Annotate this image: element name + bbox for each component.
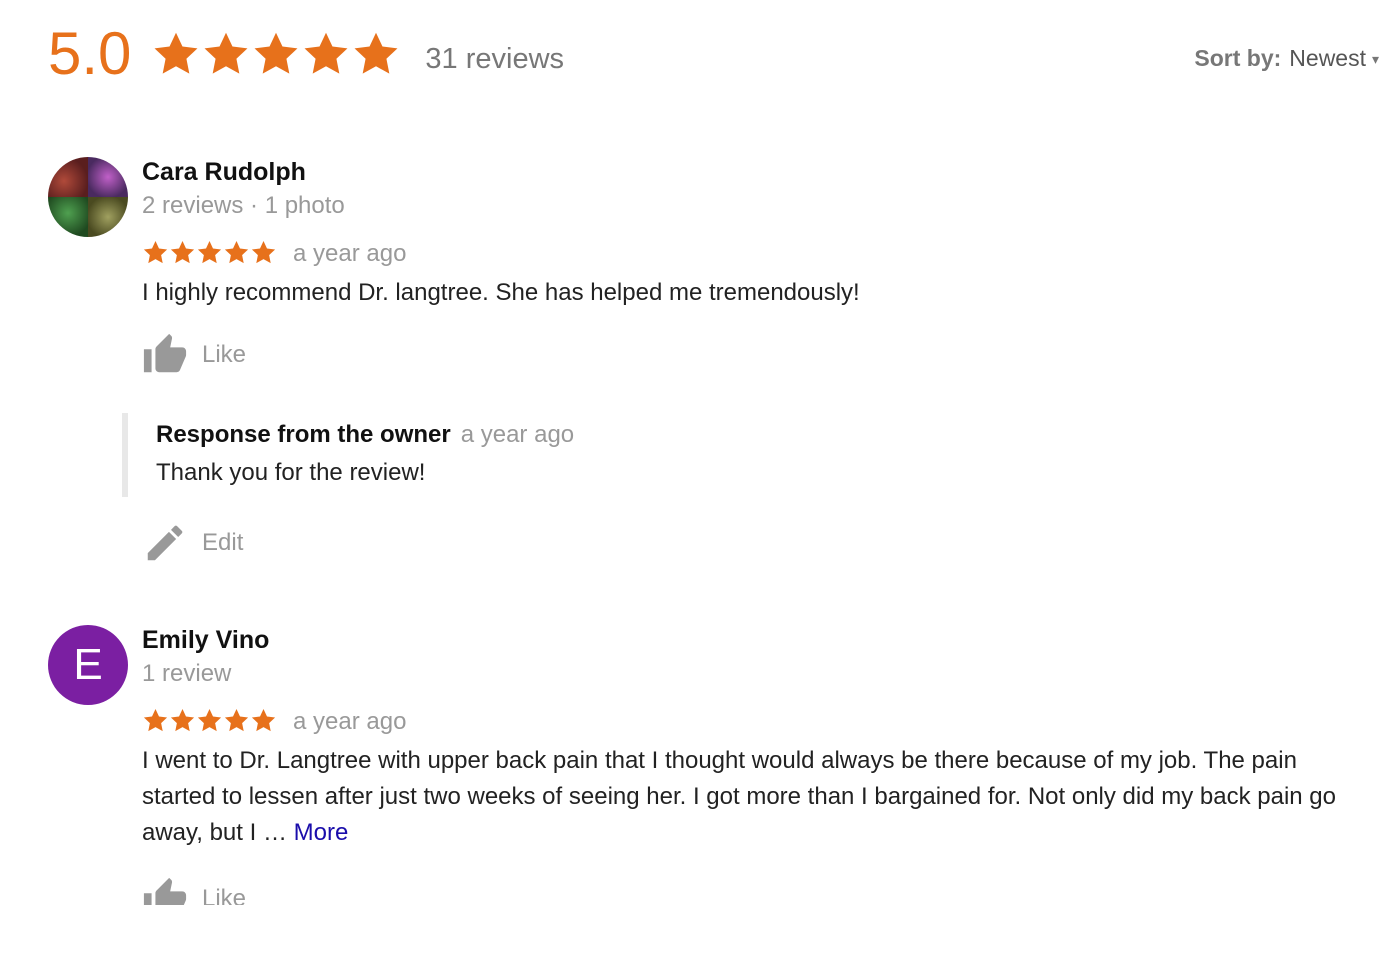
owner-response-title: Response from the owner: [156, 421, 451, 448]
star-icon: [301, 29, 351, 79]
star-icon: [250, 239, 277, 266]
total-review-count: 31 reviews: [425, 42, 565, 75]
thumbs-up-icon: [142, 332, 188, 378]
more-link[interactable]: More: [294, 819, 349, 846]
star-icon: [142, 707, 169, 734]
star-icon: [251, 29, 301, 79]
star-icon: [201, 29, 251, 79]
like-label: Like: [202, 885, 247, 905]
star-icon: [223, 239, 250, 266]
average-rating: 5.0: [48, 20, 132, 87]
review-rating: a year ago: [142, 237, 1342, 267]
review-text: I went to Dr. Langtree with upper back p…: [142, 743, 1342, 851]
review-stars: [142, 239, 277, 266]
star-icon: [351, 29, 401, 79]
review-rating: a year ago: [142, 705, 1342, 735]
like-button[interactable]: Like: [142, 331, 1342, 379]
star-icon: [196, 239, 223, 266]
star-icon: [169, 707, 196, 734]
star-icon: [142, 239, 169, 266]
review-time: a year ago: [293, 240, 407, 267]
rating-summary: 5.0 31 reviews: [48, 16, 564, 92]
like-label: Like: [202, 341, 247, 368]
thumbs-up-icon: [142, 876, 188, 905]
reviewer-meta: 2 reviews · 1 photo: [142, 192, 345, 219]
review-time: a year ago: [293, 708, 407, 735]
reviews-page: 5.0 31 reviews Sort by: Newest ▾ Cara Rudo…: [0, 0, 1382, 962]
star-icon: [151, 29, 201, 79]
owner-response-header: Response from the owner a year ago: [156, 421, 1342, 449]
reviewer-meta: 1 review: [142, 660, 232, 687]
edit-label: Edit: [202, 529, 244, 556]
reviews-viewport: 5.0 31 reviews Sort by: Newest ▾ Cara Rudo…: [0, 0, 1382, 905]
sort-label: Sort by:: [1194, 45, 1282, 71]
star-icon: [250, 707, 277, 734]
review-body: Emily Vino 1 review a year ago I went to…: [142, 625, 1342, 905]
sort-value: Newest: [1289, 45, 1366, 71]
average-rating-stars: [151, 29, 401, 79]
review-stars: [142, 707, 277, 734]
star-icon: [169, 239, 196, 266]
edit-response-button[interactable]: Edit: [142, 519, 1342, 567]
like-button[interactable]: Like: [142, 875, 1342, 905]
chevron-down-icon: ▾: [1372, 51, 1380, 68]
sort-dropdown[interactable]: Sort by: Newest ▾: [1194, 45, 1382, 72]
owner-response-time: a year ago: [460, 421, 575, 448]
owner-response: Response from the owner a year ago Thank …: [122, 413, 1342, 497]
review-body: Cara Rudolph 2 reviews · 1 photo a year …: [122, 157, 1342, 567]
pencil-icon: [142, 520, 188, 566]
star-icon: [223, 707, 250, 734]
reviewer-name[interactable]: Cara Rudolph: [142, 157, 1342, 187]
owner-response-text: Thank you for the review!: [156, 459, 426, 486]
avatar[interactable]: [48, 157, 128, 237]
star-icon: [196, 707, 223, 734]
reviewer-name[interactable]: Emily Vino: [142, 625, 1342, 655]
review-text: I highly recommend Dr. langtree. She has…: [142, 279, 860, 306]
avatar[interactable]: E: [48, 625, 128, 705]
